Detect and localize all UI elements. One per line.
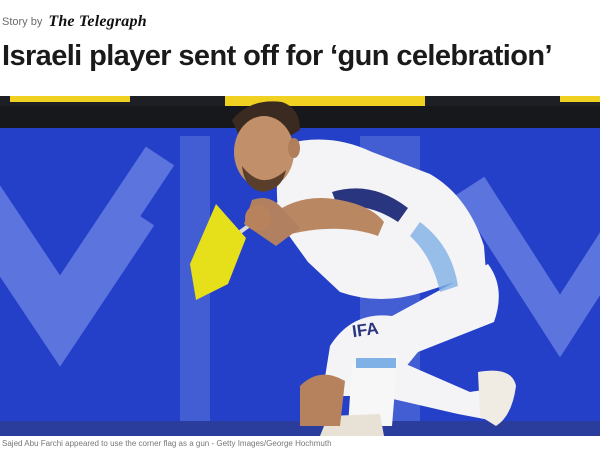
story-by-label: Story by xyxy=(2,16,43,28)
stand-shadow xyxy=(0,106,600,128)
player-face xyxy=(234,116,294,188)
article-photo[interactable]: IFA xyxy=(0,96,600,436)
player-hand xyxy=(245,205,271,231)
player-ear xyxy=(288,138,300,158)
player-knee xyxy=(300,374,345,426)
top-banner-left xyxy=(10,96,130,102)
byline: Story by The Telegraph xyxy=(2,13,147,31)
photo-caption: Sajed Abu Farchi appeared to use the cor… xyxy=(2,439,332,448)
article-page: Story by The Telegraph Israeli player se… xyxy=(0,0,600,450)
publisher-logo[interactable]: The Telegraph xyxy=(48,13,146,31)
top-banner-right xyxy=(560,96,600,102)
sock-band xyxy=(356,358,396,368)
article-headline: Israeli player sent off for ‘gun celebra… xyxy=(2,40,553,72)
